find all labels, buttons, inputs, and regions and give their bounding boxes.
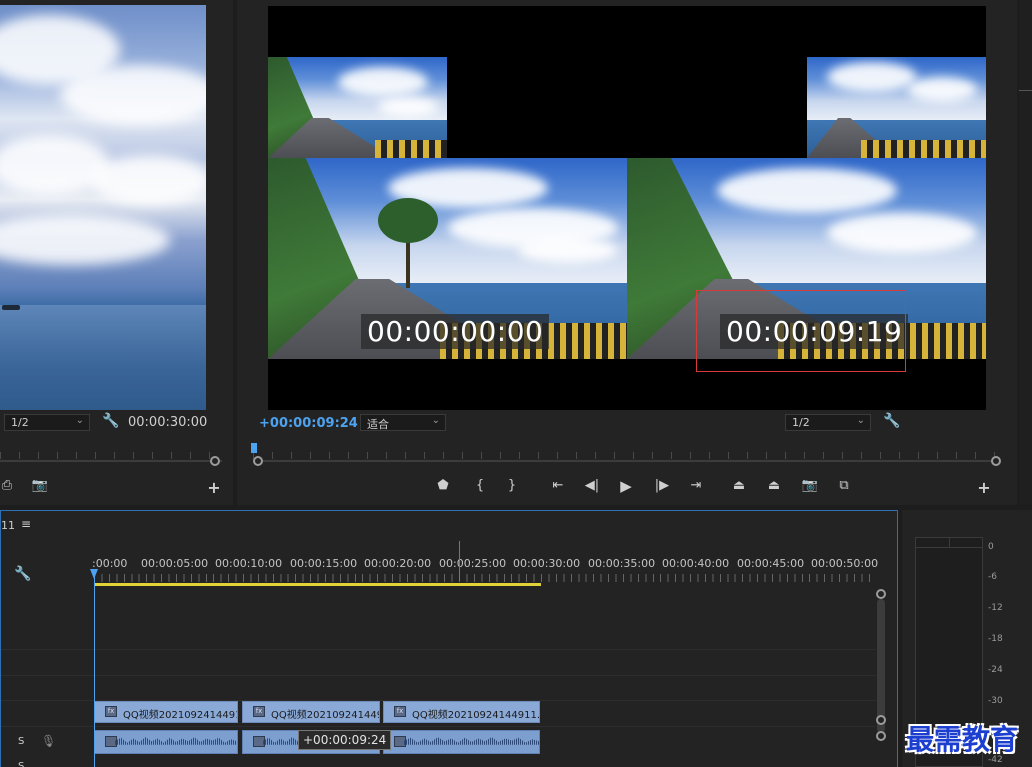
ruler-label: 00:00:40:00 xyxy=(662,557,730,570)
watermark-logo: 最需教育 xyxy=(906,723,1019,756)
audio-clip-1[interactable] xyxy=(94,730,238,754)
program-resolution-select[interactable]: 1/2 ⌄ xyxy=(785,414,871,431)
program-playhead-marker[interactable] xyxy=(251,443,257,453)
selection-highlight-rect xyxy=(696,290,906,372)
meter-db-label: -18 xyxy=(988,634,1003,644)
scroll-knob-bottom[interactable] xyxy=(876,715,886,725)
add-marker-icon[interactable]: ⬟ xyxy=(432,478,454,493)
source-duration: 00:00:30:00 xyxy=(128,415,208,430)
step-forward-icon[interactable]: |▶ xyxy=(651,478,673,493)
ruler-label: 00:00:45:00 xyxy=(737,557,805,570)
ruler-label: 00:00:15:00 xyxy=(290,557,358,570)
mark-in-icon[interactable]: { xyxy=(469,478,491,493)
ruler-label: 00:00:50:00 xyxy=(811,557,879,570)
program-in-knob[interactable] xyxy=(253,456,263,466)
clip-main-left[interactable]: 00:00:00:00 xyxy=(268,158,627,359)
ruler-label: 00:00:05:00 xyxy=(141,557,209,570)
extract-icon[interactable]: ⏏ xyxy=(763,478,785,493)
timeline-settings-wrench-icon[interactable]: 🔧 xyxy=(14,566,31,582)
program-settings-wrench-icon[interactable]: 🔧 xyxy=(883,413,900,429)
work-area-bar[interactable] xyxy=(94,583,541,586)
drag-timecode-tooltip: +00:00:09:24 xyxy=(298,730,392,750)
compare-view-icon[interactable]: ⧉ xyxy=(833,478,855,493)
mark-out-icon[interactable]: } xyxy=(501,478,523,493)
source-resolution-select[interactable]: 1/2 ⌄ xyxy=(4,414,90,431)
meter-db-label: -30 xyxy=(988,696,1003,706)
add-button[interactable]: + xyxy=(203,478,225,497)
audio-scroll-knob[interactable] xyxy=(876,731,886,741)
go-to-in-icon[interactable]: ⇤ xyxy=(547,478,569,493)
clip-top-right[interactable] xyxy=(807,57,986,158)
go-to-out-icon[interactable]: ⇥ xyxy=(685,478,707,493)
play-icon[interactable]: ▶ xyxy=(615,477,637,495)
program-scrubber[interactable] xyxy=(253,452,1001,466)
scroll-knob-top[interactable] xyxy=(876,589,886,599)
source-monitor-panel: 1/2 ⌄ 🔧 00:00:30:00 ⎙ 📷 + xyxy=(0,0,233,505)
lift-icon[interactable]: ⏏ xyxy=(728,478,750,493)
camera-icon[interactable]: 📷 xyxy=(29,478,51,493)
source-out-knob[interactable] xyxy=(210,456,220,466)
fx-badge-icon: fx xyxy=(253,706,265,717)
fx-badge-icon: fx xyxy=(394,706,406,717)
camera-icon[interactable]: 📷 xyxy=(799,478,821,493)
fx-badge-icon: fx xyxy=(105,706,117,717)
source-video-frame[interactable] xyxy=(0,5,206,410)
audio-clip-3[interactable] xyxy=(383,730,540,754)
boat xyxy=(2,305,20,310)
meter-db-label: 0 xyxy=(988,542,994,552)
video-clip-3[interactable]: fxQQ视频20210924144911.mp xyxy=(383,701,540,723)
program-video-frame[interactable]: 00:00:00:00 00:00:09:19 xyxy=(268,6,986,410)
panel-menu-icon[interactable]: ≡ xyxy=(21,517,31,531)
ruler-label: 00:00:20:00 xyxy=(364,557,432,570)
timeline-vertical-scrollbar[interactable] xyxy=(877,599,885,733)
sequence-tab-label[interactable]: 11 xyxy=(1,519,15,532)
program-monitor-panel: 00:00:00:00 00:00:09:19 +00:00:09:24 适合 ⌄ xyxy=(237,0,1017,505)
source-scrubber[interactable] xyxy=(0,452,222,466)
video-clip-2[interactable]: fxQQ视频20210924144911 xyxy=(242,701,380,723)
hover-marker xyxy=(459,541,460,581)
premiere-workspace: 1/2 ⌄ 🔧 00:00:30:00 ⎙ 📷 + 00:00:00:00 00… xyxy=(0,0,1032,767)
export-frame-button[interactable]: ⎙ xyxy=(0,478,18,493)
program-fit-select[interactable]: 适合 ⌄ xyxy=(360,414,446,431)
timeline-playhead-line[interactable] xyxy=(94,573,95,767)
source-settings-wrench-icon[interactable]: 🔧 xyxy=(102,413,119,429)
ruler-label: 00:00:25:00 xyxy=(439,557,507,570)
meter-db-label: -24 xyxy=(988,665,1003,675)
time-ruler[interactable] xyxy=(94,574,874,582)
ruler-label: 00:00:10:00 xyxy=(215,557,283,570)
video-clip-1[interactable]: fxQQ视频20210924144911. xyxy=(94,701,238,723)
timeline-panel: 11 ≡ 🔧 :00:00 00:00:05:00 00:00:10:00 00… xyxy=(0,510,898,767)
right-edge-panel xyxy=(1019,0,1032,505)
ruler-label: 00:00:35:00 xyxy=(588,557,656,570)
ruler-label: 00:00:30:00 xyxy=(513,557,581,570)
program-playhead-timecode[interactable]: +00:00:09:24 xyxy=(259,416,358,431)
meter-db-label: -6 xyxy=(988,572,997,582)
audio-track-solo[interactable]: S xyxy=(18,736,24,747)
program-out-knob[interactable] xyxy=(991,456,1001,466)
step-back-icon[interactable]: ◀| xyxy=(581,478,603,493)
meter-db-label: -12 xyxy=(988,603,1003,613)
add-button[interactable]: + xyxy=(973,478,995,497)
microphone-icon[interactable]: 🎙 xyxy=(41,734,56,748)
audio-track-solo[interactable]: S xyxy=(18,761,24,767)
timecode-overlay-left: 00:00:00:00 xyxy=(361,314,550,349)
clip-top-left[interactable] xyxy=(268,57,447,158)
